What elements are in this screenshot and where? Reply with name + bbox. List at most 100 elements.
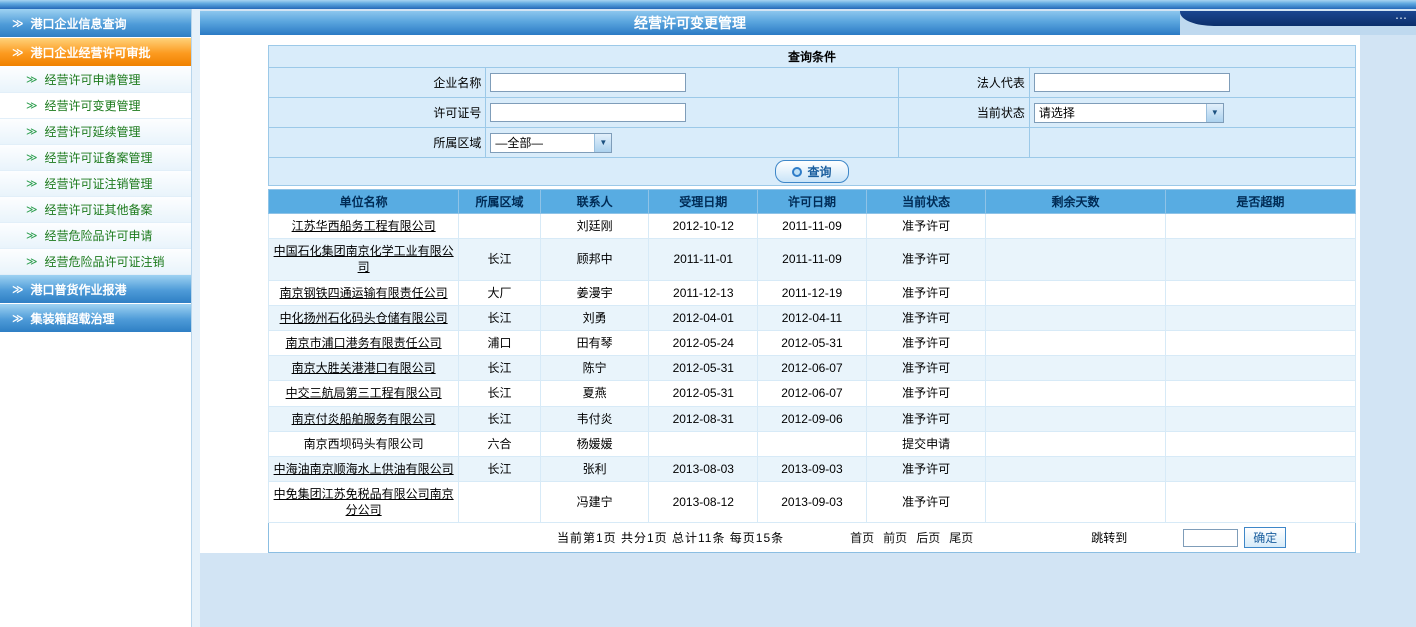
company-name-link[interactable]: 南京市浦口港务有限责任公司 (286, 336, 442, 350)
company-name-cell: 中化扬州石化码头仓储有限公司 (269, 305, 459, 330)
pagination-link[interactable]: 后页 (916, 529, 940, 546)
license-date-cell: 2011-11-09 (758, 239, 867, 280)
jump-page-input[interactable] (1183, 529, 1238, 547)
page-title: 经营许可变更管理 (634, 13, 746, 33)
sidebar-item-sub[interactable]: ≫ 经营危险品许可证注销 (0, 249, 191, 275)
company-name-link: 南京西坝码头有限公司 (304, 437, 424, 451)
search-button[interactable]: 查询 (775, 160, 848, 183)
sidebar-item-label: 经营许可证注销管理 (45, 175, 153, 192)
remaining-days-cell (986, 330, 1165, 355)
region-select[interactable]: —全部— ▼ (490, 133, 612, 153)
search-icon (792, 167, 802, 177)
column-header: 所属区域 (459, 190, 541, 214)
overdue-cell (1165, 305, 1355, 330)
status-cell: 提交申请 (866, 431, 986, 456)
pagination-link[interactable]: 前页 (883, 529, 907, 546)
contact-cell: 韦付炎 (540, 406, 649, 431)
overdue-cell (1165, 356, 1355, 381)
region-cell: 六合 (459, 431, 541, 456)
remaining-days-cell (986, 381, 1165, 406)
license-date-cell: 2012-04-11 (758, 305, 867, 330)
sidebar: ≫ 港口企业信息查询 ≫ 港口企业经营许可审批 ≫ 经营许可申请管理 ≫ 经营许… (0, 9, 192, 627)
company-name-link[interactable]: 南京大胜关港港口有限公司 (292, 361, 436, 375)
sidebar-item-top[interactable]: ≫ 港口普货作业报港 (0, 275, 191, 304)
column-header: 许可日期 (758, 190, 867, 214)
header-corner: ⋯ (1180, 11, 1416, 35)
menu-arrow-icon: ≫ (26, 203, 38, 216)
sidebar-item-top[interactable]: ≫ 港口企业信息查询 (0, 9, 191, 38)
overdue-cell (1165, 330, 1355, 355)
legal-rep-input[interactable] (1034, 73, 1230, 92)
column-header: 当前状态 (866, 190, 986, 214)
region-cell: 长江 (459, 406, 541, 431)
sidebar-item-sub[interactable]: ≫ 经营许可延续管理 (0, 119, 191, 145)
empty-label-cell (899, 128, 1029, 158)
company-name-link[interactable]: 南京钢铁四通运输有限责任公司 (280, 286, 448, 300)
window-dots-icon: ⋯ (1395, 11, 1408, 25)
sidebar-item-label: 港口企业经营许可审批 (31, 44, 151, 61)
region-cell (459, 214, 541, 239)
region-cell: 长江 (459, 239, 541, 280)
region-cell: 浦口 (459, 330, 541, 355)
sidebar-item-label: 经营许可变更管理 (45, 97, 141, 114)
table-row: 南京西坝码头有限公司 六合 杨媛媛 提交申请 (269, 431, 1356, 456)
page-layout: ≫ 港口企业信息查询 ≫ 港口企业经营许可审批 ≫ 经营许可申请管理 ≫ 经营许… (0, 9, 1416, 627)
status-select[interactable]: 请选择 ▼ (1034, 103, 1224, 123)
status-cell: 准予许可 (866, 456, 986, 481)
overdue-cell (1165, 482, 1355, 523)
license-date-cell: 2011-12-19 (758, 280, 867, 305)
license-no-label: 许可证号 (269, 98, 486, 128)
sidebar-item-sub[interactable]: ≫ 经营许可申请管理 (0, 67, 191, 93)
pagination-link[interactable]: 首页 (850, 529, 874, 546)
overdue-cell (1165, 456, 1355, 481)
sidebar-item-sub-selected[interactable]: ≫ 经营许可变更管理 (0, 93, 191, 119)
sidebar-item-sub[interactable]: ≫ 经营许可证注销管理 (0, 171, 191, 197)
contact-cell: 夏燕 (540, 381, 649, 406)
jump-confirm-button[interactable]: 确定 (1244, 527, 1286, 548)
company-name-link[interactable]: 中免集团江苏免税品有限公司南京分公司 (274, 487, 454, 517)
license-no-input[interactable] (490, 103, 686, 122)
contact-cell: 张利 (540, 456, 649, 481)
menu-arrow-icon: ≫ (26, 125, 38, 138)
content-panel: 查询条件 企业名称 法人代表 许可证号 当前状态 (200, 35, 1360, 553)
status-cell: 准予许可 (866, 239, 986, 280)
sidebar-item-sub[interactable]: ≫ 经营许可证备案管理 (0, 145, 191, 171)
status-cell: 准予许可 (866, 214, 986, 239)
contact-cell: 田有琴 (540, 330, 649, 355)
company-name-input[interactable] (490, 73, 686, 92)
accept-date-cell: 2012-08-31 (649, 406, 758, 431)
sidebar-item-top-active[interactable]: ≫ 港口企业经营许可审批 (0, 38, 191, 67)
company-name-link[interactable]: 中化扬州石化码头仓储有限公司 (280, 311, 448, 325)
accept-date-cell (649, 431, 758, 456)
jump-to-label: 跳转到 (1091, 529, 1127, 546)
contact-cell: 顾邦中 (540, 239, 649, 280)
license-date-cell: 2012-06-07 (758, 381, 867, 406)
table-row: 南京钢铁四通运输有限责任公司 大厂 姜漫宇 2011-12-13 2011-12… (269, 280, 1356, 305)
license-date-cell: 2013-09-03 (758, 456, 867, 481)
region-cell: 长江 (459, 456, 541, 481)
company-name-link[interactable]: 江苏华西船务工程有限公司 (292, 219, 436, 233)
remaining-days-cell (986, 214, 1165, 239)
company-name-link[interactable]: 南京付炎船舶服务有限公司 (292, 412, 436, 426)
company-name-cell: 南京钢铁四通运输有限责任公司 (269, 280, 459, 305)
company-name-cell: 中免集团江苏免税品有限公司南京分公司 (269, 482, 459, 523)
contact-cell: 杨媛媛 (540, 431, 649, 456)
status-cell: 准予许可 (866, 356, 986, 381)
header-corner-shape (1180, 11, 1416, 26)
remaining-days-cell (986, 280, 1165, 305)
company-name-cell: 江苏华西船务工程有限公司 (269, 214, 459, 239)
license-date-cell: 2011-11-09 (758, 214, 867, 239)
menu-arrow-icon: ≫ (12, 17, 24, 30)
sidebar-item-top[interactable]: ≫ 集装箱超载治理 (0, 304, 191, 333)
accept-date-cell: 2011-11-01 (649, 239, 758, 280)
sidebar-item-sub[interactable]: ≫ 经营许可证其他备案 (0, 197, 191, 223)
sidebar-item-sub[interactable]: ≫ 经营危险品许可申请 (0, 223, 191, 249)
company-name-link[interactable]: 中海油南京顺海水上供油有限公司 (274, 462, 454, 476)
company-name-link[interactable]: 中交三航局第三工程有限公司 (286, 386, 442, 400)
region-cell: 长江 (459, 305, 541, 330)
pagination-link[interactable]: 尾页 (949, 529, 973, 546)
company-name-link[interactable]: 中国石化集团南京化学工业有限公司 (274, 244, 454, 274)
status-cell: 准予许可 (866, 305, 986, 330)
status-label: 当前状态 (899, 98, 1029, 128)
content: 查询条件 企业名称 法人代表 许可证号 当前状态 (268, 45, 1356, 553)
